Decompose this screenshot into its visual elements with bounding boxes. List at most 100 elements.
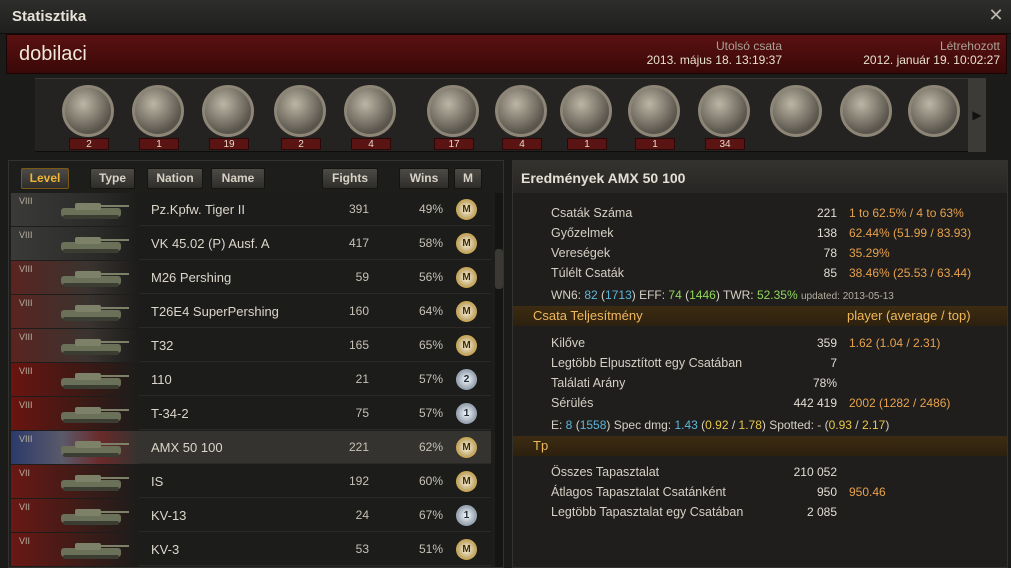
tier-label: VIII	[19, 264, 33, 274]
vehicle-fights: 221	[348, 440, 369, 454]
tank-icon	[61, 305, 129, 321]
medal-portrait-star-icon	[908, 85, 960, 137]
medal-red-diamond-icon	[560, 85, 612, 137]
medal-red-ribbon-icon	[495, 85, 547, 137]
vehicle-row[interactable]: VII KV-13 24 67% 1	[11, 499, 491, 532]
twr-label: ) TWR:	[715, 288, 757, 302]
medal[interactable]: 1	[553, 83, 619, 150]
last-battle-info: Utolsó csata 2013. május 18. 13:19:37	[647, 39, 782, 67]
medal[interactable]: 34	[691, 83, 757, 150]
vehicle-row[interactable]: VIII AMX 50 100 221 62% M	[11, 431, 491, 464]
medal[interactable]	[901, 83, 967, 149]
medal-count: 2	[281, 138, 321, 150]
vehicle-name: 110	[151, 372, 172, 387]
vehicle-win-rate: 67%	[418, 508, 443, 522]
sort-name-button[interactable]: Name	[211, 168, 265, 189]
tank-icon	[61, 543, 129, 559]
perf-value-hit-ratio: 78%	[812, 376, 837, 390]
scrollbar-thumb[interactable]	[495, 249, 503, 289]
vehicle-row[interactable]: VIII T26E4 SuperPershing 160 64% M	[11, 295, 491, 328]
vehicle-fights: 192	[348, 474, 369, 488]
vehicle-name: AMX 50 100	[151, 440, 223, 455]
tank-icon	[61, 271, 129, 287]
medal-tank-shield-icon	[62, 85, 114, 137]
medal[interactable]: 2	[55, 83, 121, 150]
vehicle-fights: 24	[355, 508, 369, 522]
vehicle-win-rate: 57%	[418, 372, 443, 386]
perf-extra-kills: 1.62 (1.04 / 2.31)	[849, 336, 941, 350]
vehicle-row[interactable]: VII IS 192 60% M	[11, 465, 491, 498]
sort-wins-button[interactable]: Wins	[399, 168, 449, 189]
medals-scroll-right-icon[interactable]: ▶	[968, 78, 986, 152]
vehicle-row[interactable]: VIII VK 45.02 (P) Ausf. A 417 58% M	[11, 227, 491, 260]
vehicle-row[interactable]: VIII T32 165 65% M	[11, 329, 491, 362]
vehicle-win-rate: 60%	[418, 474, 443, 488]
vehicle-row[interactable]: VIII M26 Pershing 59 56% M	[11, 261, 491, 294]
medal[interactable]	[833, 83, 899, 149]
vehicle-fights: 391	[348, 202, 369, 216]
eff-value: 74	[668, 288, 682, 302]
medal-count: 1	[567, 138, 607, 150]
e-open: (	[572, 418, 580, 432]
performance-section-legend: player (average / top)	[847, 308, 971, 323]
vehicle-name: Pz.Kpfw. Tiger II	[151, 202, 245, 217]
close-icon[interactable]: ✕	[985, 4, 1007, 26]
medal[interactable]: 4	[488, 83, 554, 150]
sort-nation-button[interactable]: Nation	[147, 168, 203, 189]
vehicle-fights: 417	[348, 236, 369, 250]
player-name: dobilaci	[19, 43, 87, 65]
vehicle-win-rate: 62%	[418, 440, 443, 454]
stat-value-survived: 85	[823, 266, 837, 280]
tier-label: VII	[19, 536, 31, 546]
medal-count: 1	[635, 138, 675, 150]
sort-level-button[interactable]: Level	[21, 168, 69, 189]
tier-label: VIII	[19, 400, 33, 410]
mastery-badge-icon: 1	[456, 403, 477, 424]
tp-value-max: 2 085	[806, 505, 837, 519]
vehicle-name: KV-13	[151, 508, 187, 523]
updated-date: updated: 2013-05-13	[800, 291, 894, 302]
medal[interactable]: 1	[621, 83, 687, 150]
mastery-badge-icon: M	[456, 471, 477, 492]
tank-icon	[61, 373, 129, 389]
medal[interactable]: 4	[337, 83, 403, 150]
tier-label: VII	[19, 502, 31, 512]
medal[interactable]	[763, 83, 829, 149]
stat-value-wins: 138	[816, 226, 837, 240]
list-scrollbar[interactable]	[495, 193, 503, 567]
tank-icon	[61, 203, 129, 219]
detail-title: Eredmények AMX 50 100	[513, 161, 1007, 193]
vehicle-detail-panel: Eredmények AMX 50 100 Csaták Száma 221 1…	[512, 160, 1008, 568]
vehicle-fights: 165	[348, 338, 369, 352]
spec-dmg-label: ) Spec dmg:	[606, 418, 675, 432]
vehicle-row[interactable]: VIII 110 21 57% 2	[11, 363, 491, 396]
medal[interactable]: 19	[195, 83, 261, 150]
medal-wot-emblem-icon	[344, 85, 396, 137]
perf-label-hit-ratio: Találati Arány	[551, 376, 626, 390]
title-bar: Statisztika ✕	[0, 0, 1011, 34]
tp-label-average: Átlagos Tapasztalat Csatánként	[551, 485, 726, 499]
stat-value-battles: 221	[816, 206, 837, 220]
medal-laurel-target-icon	[202, 85, 254, 137]
sort-type-button[interactable]: Type	[90, 168, 135, 189]
perf-value-kills: 359	[816, 336, 837, 350]
sort-fights-button[interactable]: Fights	[322, 168, 378, 189]
medal-blue-ribbon-icon	[698, 85, 750, 137]
vehicle-win-rate: 57%	[418, 406, 443, 420]
tank-icon	[61, 475, 129, 491]
vehicle-row[interactable]: VII KV-3 53 51% M	[11, 533, 491, 566]
wn6-label: WN6:	[551, 288, 581, 302]
medal[interactable]: 17	[420, 83, 486, 150]
sort-mastery-button[interactable]: M	[454, 168, 482, 189]
spec-dmg-value: 1.43	[674, 418, 698, 432]
stat-extra-battles: 1 to 62.5% / 4 to 63%	[849, 206, 964, 220]
vehicle-win-rate: 56%	[418, 270, 443, 284]
spotted-top: 2.17	[861, 418, 886, 432]
window-title: Statisztika	[12, 8, 87, 25]
medal[interactable]: 1	[125, 83, 191, 150]
tier-label: VIII	[19, 332, 33, 342]
vehicle-row[interactable]: VIII T-34-2 75 57% 1	[11, 397, 491, 430]
vehicle-row[interactable]: VIII Pz.Kpfw. Tiger II 391 49% M	[11, 193, 491, 226]
tank-icon	[61, 237, 129, 253]
medal[interactable]: 2	[267, 83, 333, 150]
